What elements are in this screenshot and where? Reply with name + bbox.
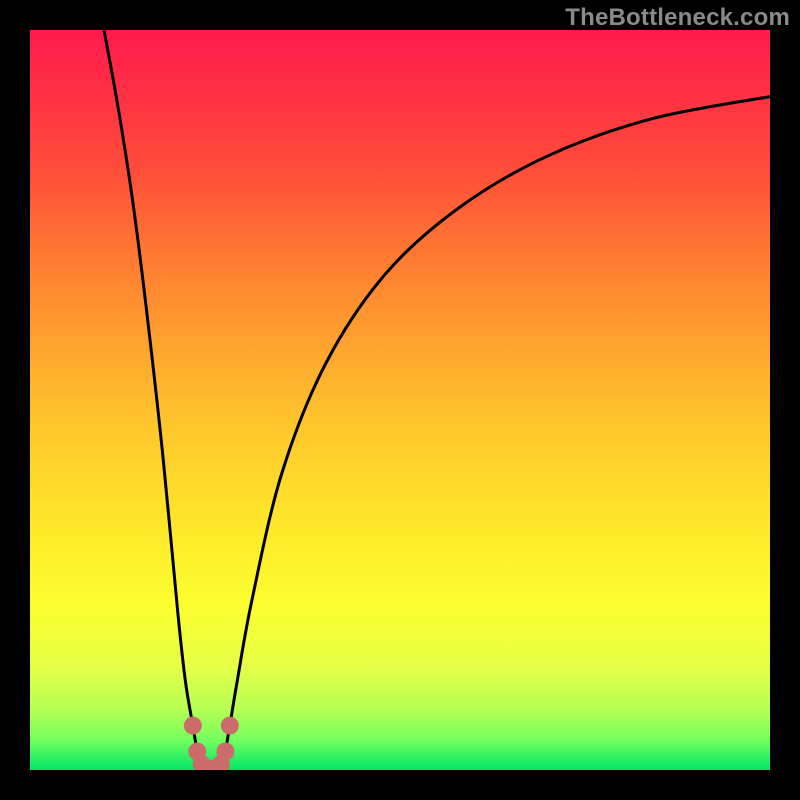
left-branch-curve <box>104 30 200 770</box>
notch-marker <box>184 717 202 735</box>
curve-layer <box>30 30 770 770</box>
right-branch-curve <box>222 97 770 770</box>
notch-marker <box>216 743 234 761</box>
notch-marker <box>221 717 239 735</box>
notch-markers <box>184 717 239 770</box>
plot-area <box>30 30 770 770</box>
chart-frame: TheBottleneck.com <box>0 0 800 800</box>
watermark-text: TheBottleneck.com <box>565 4 790 32</box>
